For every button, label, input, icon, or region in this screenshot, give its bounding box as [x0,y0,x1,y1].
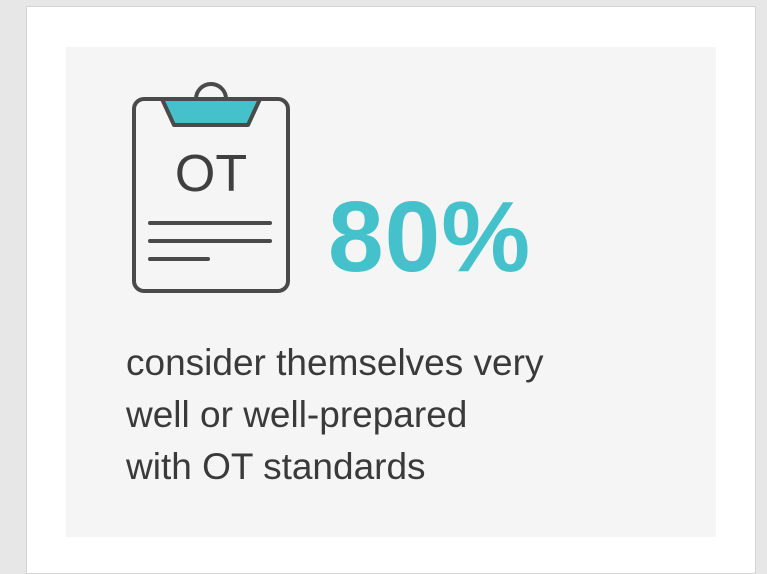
caption-line: with OT standards [126,446,426,487]
caption-line: well or well-prepared [126,394,468,435]
stat-caption: consider themselves very well or well-pr… [126,337,686,493]
clipboard-clip [160,97,262,127]
clipboard-label: OT [175,145,247,203]
stat-card: OT 80% consider themselves very well or … [66,47,716,537]
clipboard-icon: OT [130,81,292,295]
caption-line: consider themselves very [126,342,544,383]
stat-percentage: 80% [328,181,532,293]
